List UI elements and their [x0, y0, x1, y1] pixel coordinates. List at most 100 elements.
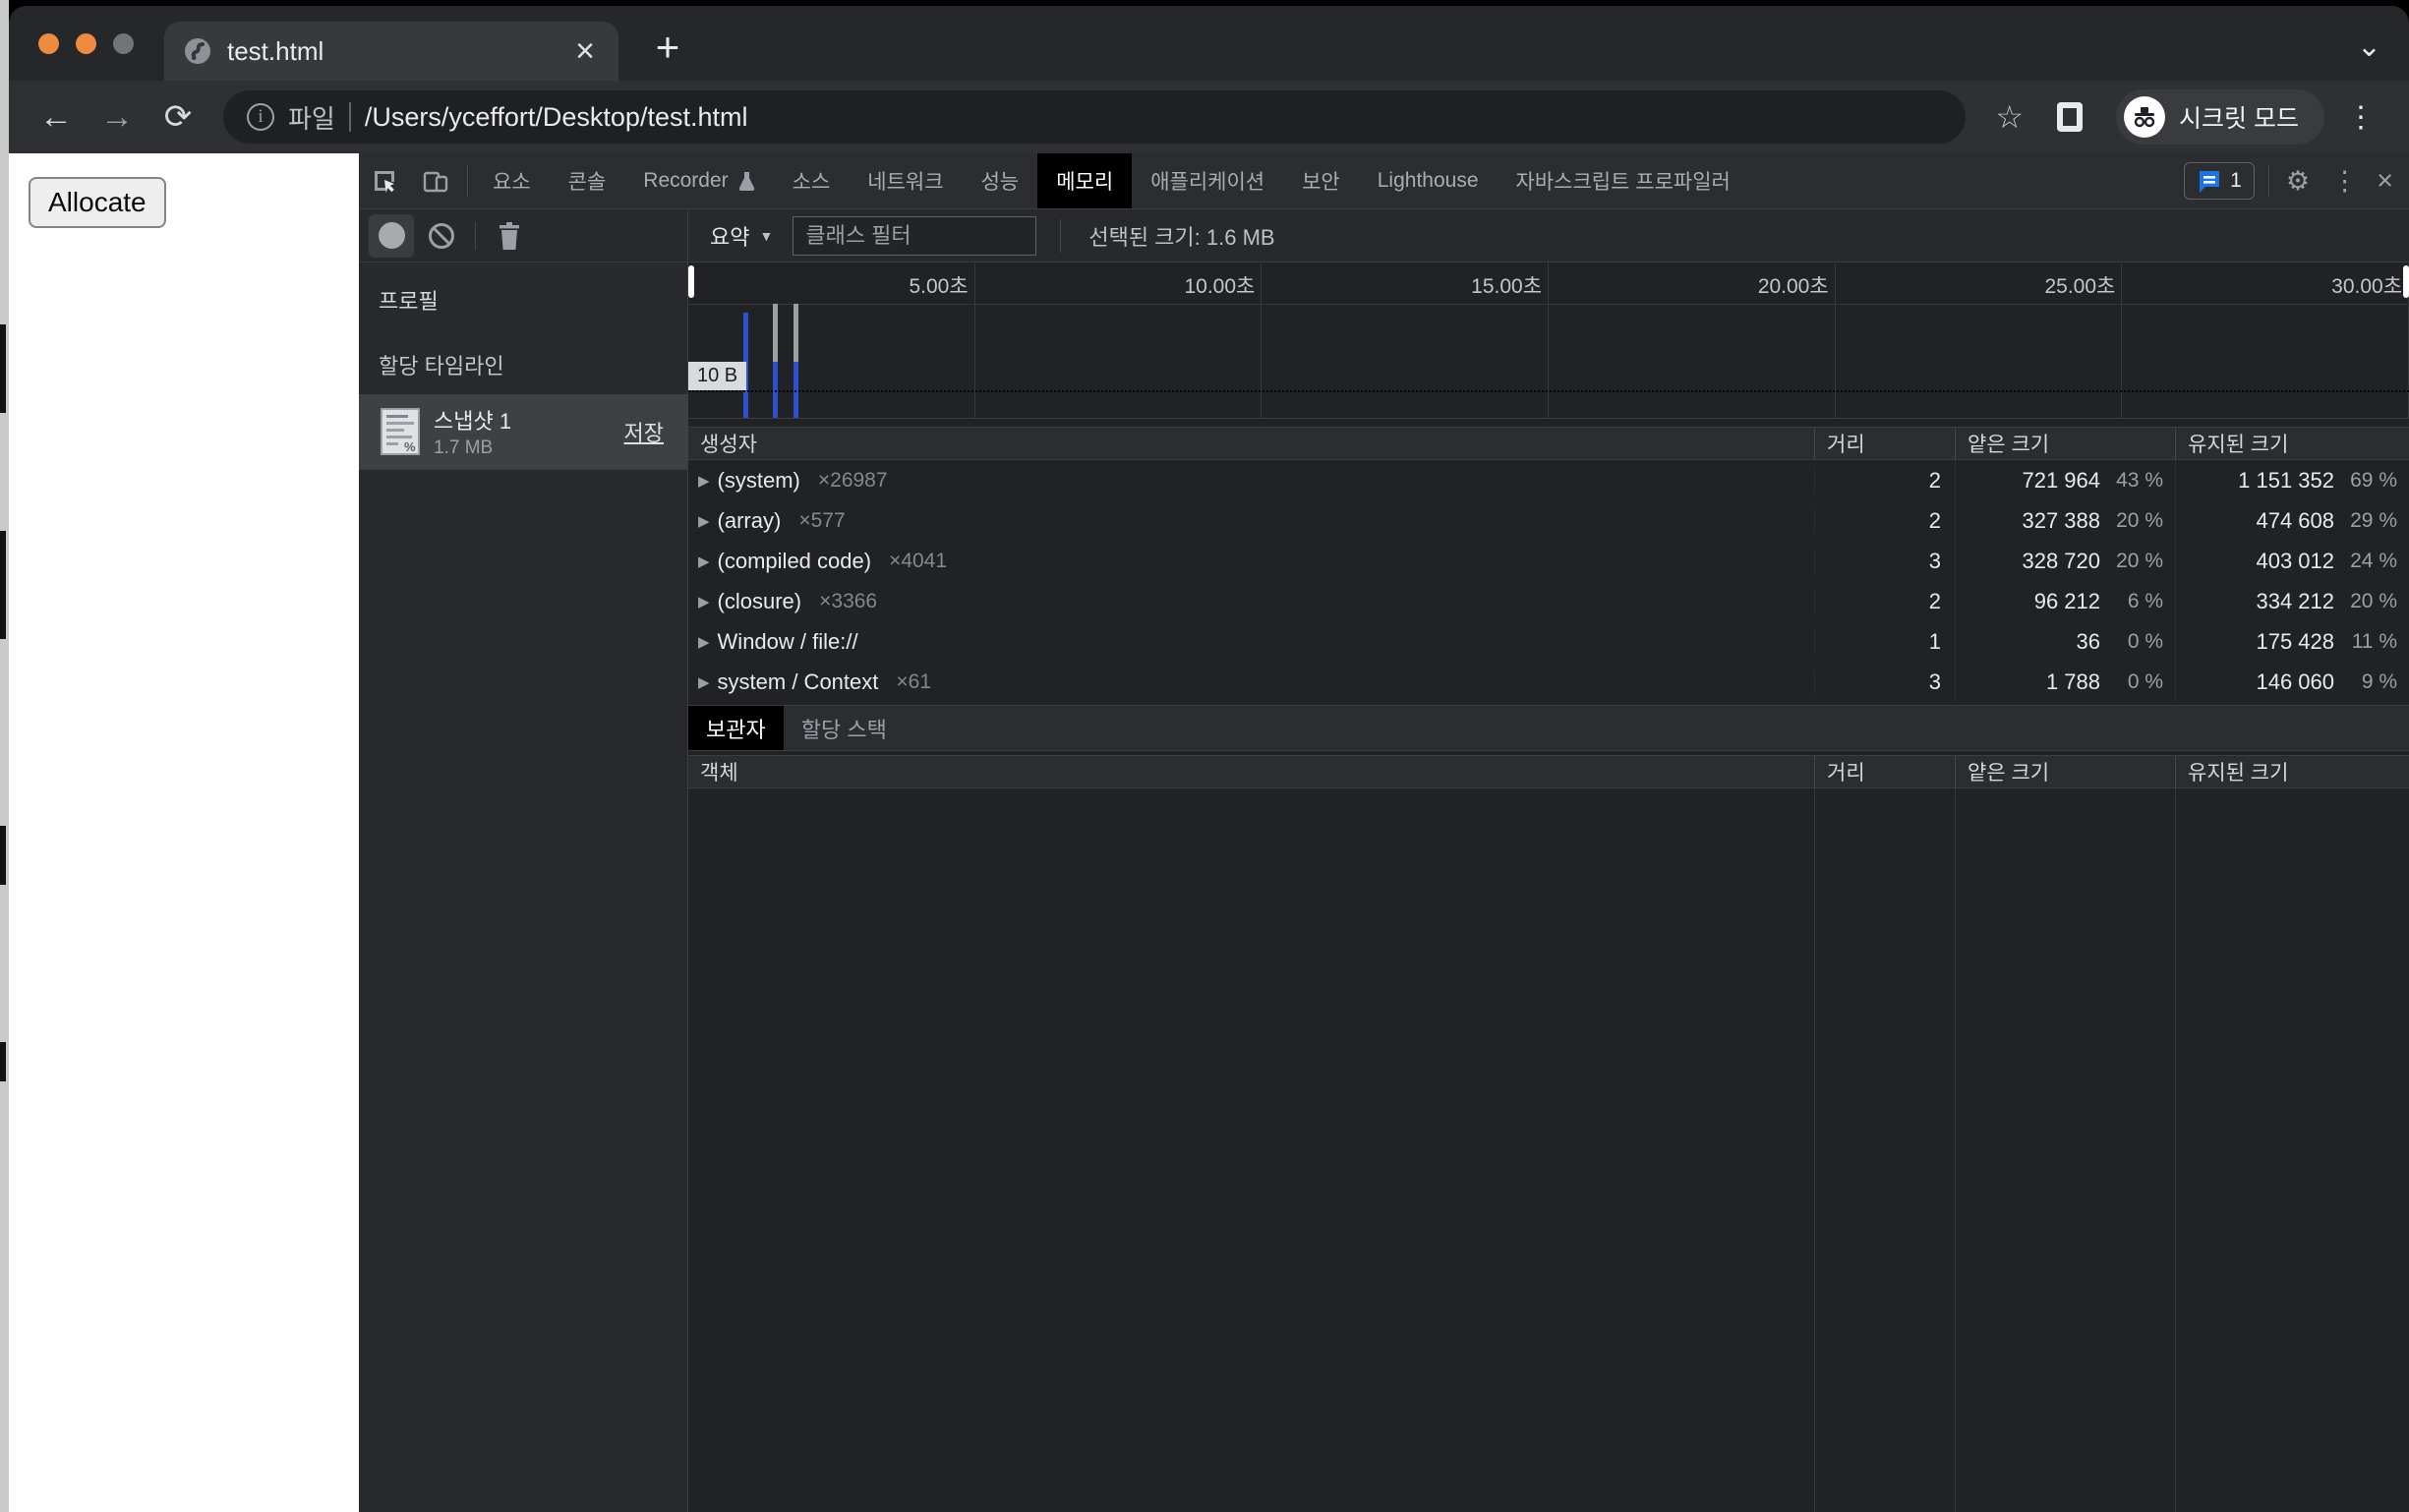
- expand-triangle-icon[interactable]: ▶: [698, 512, 710, 530]
- range-handle-right[interactable]: [2403, 265, 2409, 298]
- heap-table-header: 생성자 거리 얕은 크기 유지된 크기: [688, 427, 2409, 460]
- devtools-menu-icon[interactable]: ⋮: [2321, 166, 2369, 197]
- browser-tab[interactable]: test.html ×: [164, 22, 618, 81]
- side-panel-icon[interactable]: [2057, 102, 2083, 132]
- expand-triangle-icon[interactable]: ▶: [698, 593, 710, 611]
- memory-main: 5.00초 10.00초: [688, 262, 2409, 1512]
- table-row[interactable]: ▶ system / Context ×61 3 1 7880 % 146 06…: [688, 662, 2409, 702]
- profiles-header: 프로필: [359, 262, 687, 325]
- new-tab-button[interactable]: +: [644, 24, 691, 71]
- back-button[interactable]: ←: [30, 91, 82, 143]
- url-text[interactable]: /Users/yceffort/Desktop/test.html: [365, 102, 748, 133]
- tab-console[interactable]: 콘솔: [550, 153, 625, 208]
- delete-profile-icon[interactable]: [488, 214, 531, 258]
- tab-search-chevron-icon[interactable]: ⌄: [2357, 29, 2381, 64]
- browser-menu-icon[interactable]: ⋮: [2334, 100, 2387, 135]
- tab-title: test.html: [227, 36, 556, 67]
- window-close-button[interactable]: [38, 33, 59, 54]
- timeline-section: 5.00초: [688, 262, 975, 418]
- site-info-icon[interactable]: i: [247, 103, 274, 131]
- bookmark-star-icon[interactable]: ☆: [1985, 98, 2033, 136]
- record-heap-button[interactable]: [369, 214, 414, 258]
- tab-network[interactable]: 네트워크: [849, 153, 962, 208]
- browser-toolbar: ← → ⟳ i 파일 /Users/yceffort/Desktop/test.…: [9, 81, 2409, 153]
- forward-button[interactable]: →: [91, 91, 143, 143]
- snapshot-name: 스냅샷 1: [434, 404, 611, 436]
- snapshot-size: 1.7 MB: [434, 437, 611, 459]
- col-retained-size[interactable]: 유지된 크기: [2175, 428, 2409, 459]
- window-minimize-button[interactable]: [76, 33, 96, 54]
- window-content: Allocate: [9, 153, 2409, 1512]
- reload-button[interactable]: ⟳: [152, 91, 204, 143]
- tabbar-divider: [2268, 165, 2269, 197]
- col-object[interactable]: 객체: [688, 756, 1814, 787]
- tab-security[interactable]: 보안: [1283, 153, 1359, 208]
- expand-triangle-icon[interactable]: ▶: [698, 673, 710, 691]
- save-link[interactable]: 저장: [624, 416, 674, 447]
- address-divider: [349, 102, 351, 132]
- window-controls[interactable]: [38, 33, 134, 54]
- toolbar-divider: [475, 222, 476, 250]
- snapshot-item[interactable]: % 스냅샷 1 1.7 MB 저장: [359, 394, 687, 470]
- address-bar[interactable]: i 파일 /Users/yceffort/Desktop/test.html: [223, 90, 1966, 144]
- tab-performance[interactable]: 성능: [963, 153, 1038, 208]
- issues-count: 1: [2230, 169, 2242, 193]
- desktop-edge-mark: [0, 1042, 6, 1081]
- expand-triangle-icon[interactable]: ▶: [698, 633, 710, 651]
- desktop-edge: [0, 0, 9, 1512]
- expand-triangle-icon[interactable]: ▶: [698, 552, 710, 570]
- tab-elements[interactable]: 요소: [474, 153, 550, 208]
- range-handle-left[interactable]: [688, 265, 694, 298]
- col-retained-size[interactable]: 유지된 크기: [2175, 756, 2409, 787]
- table-row[interactable]: ▶ (compiled code) ×4041 3 328 72020 % 40…: [688, 541, 2409, 581]
- desktop-edge-mark: [0, 531, 6, 639]
- timeline-tick: 30.00초: [2331, 270, 2402, 300]
- devtools-close-icon[interactable]: ×: [2369, 165, 2409, 198]
- inspect-element-icon[interactable]: [359, 153, 410, 208]
- table-row[interactable]: ▶ (closure) ×3366 2 96 2126 % 334 21220 …: [688, 581, 2409, 621]
- col-shallow-size[interactable]: 얕은 크기: [1955, 428, 2175, 459]
- table-row[interactable]: ▶ (system) ×26987 2 721 96443 % 1 151 35…: [688, 460, 2409, 500]
- tab-allocation-stack[interactable]: 할당 스택: [784, 706, 905, 750]
- profiles-sidebar: 프로필 할당 타임라인 %: [359, 262, 688, 1512]
- size-marker-label: 10 B: [688, 362, 746, 390]
- tab-js-profiler[interactable]: 자바스크립트 프로파일러: [1498, 153, 1749, 208]
- tab-memory[interactable]: 메모리: [1037, 153, 1132, 208]
- tab-application[interactable]: 애플리케이션: [1132, 153, 1283, 208]
- col-distance[interactable]: 거리: [1814, 428, 1955, 459]
- globe-favicon: [184, 37, 211, 65]
- class-filter-input[interactable]: [793, 216, 1036, 256]
- incognito-icon: [2124, 96, 2165, 138]
- col-distance[interactable]: 거리: [1814, 756, 1955, 787]
- clear-profiles-icon[interactable]: [420, 214, 463, 258]
- tab-sources[interactable]: 소스: [774, 153, 850, 208]
- tab-strip: test.html × + ⌄: [9, 6, 2409, 81]
- allocate-button[interactable]: Allocate: [29, 177, 166, 228]
- tab-recorder[interactable]: Recorder: [624, 153, 773, 208]
- table-row[interactable]: ▶ (array) ×577 2 327 38820 % 474 60829 %: [688, 500, 2409, 541]
- flask-icon: [738, 171, 755, 191]
- toolbar-divider: [1060, 219, 1061, 253]
- expand-triangle-icon[interactable]: ▶: [698, 472, 710, 490]
- tab-close-icon[interactable]: ×: [571, 34, 599, 68]
- allocation-timeline[interactable]: 5.00초 10.00초: [688, 262, 2409, 419]
- timeline-section: 15.00초: [1262, 262, 1549, 418]
- timeline-tick: 10.00초: [1184, 270, 1255, 300]
- browser-window: test.html × + ⌄ ← → ⟳ i 파일 /Users/yceffo…: [9, 6, 2409, 1512]
- tab-lighthouse[interactable]: Lighthouse: [1359, 153, 1498, 208]
- tab-retainers[interactable]: 보관자: [688, 706, 784, 750]
- issues-counter[interactable]: 1: [2184, 162, 2255, 200]
- timeline-tick: 15.00초: [1471, 270, 1542, 300]
- timeline-section: 10.00초: [975, 262, 1263, 418]
- settings-gear-icon[interactable]: ⚙: [2275, 166, 2321, 197]
- col-shallow-size[interactable]: 얕은 크기: [1955, 756, 2175, 787]
- allocation-timeline-group-label: 할당 타임라인: [359, 325, 687, 394]
- col-constructor[interactable]: 생성자: [688, 428, 1814, 459]
- table-row[interactable]: ▶ Window / file:// 1 360 % 175 42811 %: [688, 621, 2409, 662]
- devtools-panel: 요소 콘솔 Recorder 소스 네트워크 성능 메모리 애플리케이션 보안 …: [359, 153, 2409, 1512]
- device-toolbar-icon[interactable]: [410, 153, 461, 208]
- selected-size-label: 선택된 크기: 1.6 MB: [1088, 220, 1274, 252]
- timeline-tick: 5.00초: [909, 270, 968, 300]
- perspective-select[interactable]: 요약 ▼: [704, 220, 779, 252]
- window-zoom-button[interactable]: [113, 33, 134, 54]
